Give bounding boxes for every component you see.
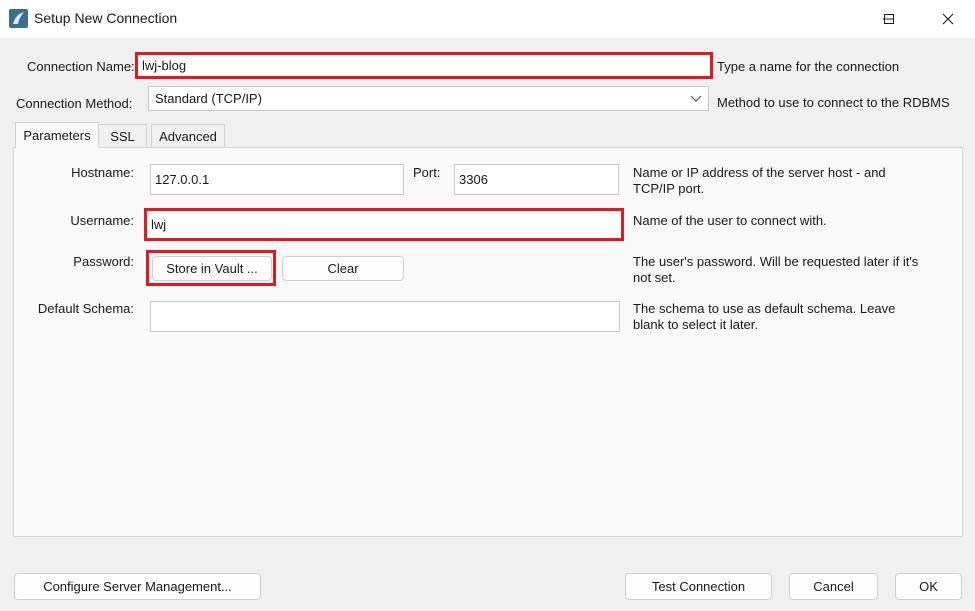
username-label: Username: xyxy=(70,213,134,228)
port-input[interactable]: 3306 xyxy=(454,164,619,195)
connection-name-input[interactable]: lwj-blog xyxy=(135,52,713,79)
default-schema-label: Default Schema: xyxy=(37,301,134,316)
close-icon[interactable] xyxy=(925,0,971,38)
tab-parameters[interactable]: Parameters xyxy=(15,122,99,148)
username-input[interactable]: lwj xyxy=(144,208,624,241)
username-value: lwj xyxy=(151,217,167,232)
default-schema-input[interactable] xyxy=(150,301,620,332)
cancel-button[interactable]: Cancel xyxy=(789,573,878,600)
connection-name-value: lwj-blog xyxy=(142,58,187,73)
password-label: Password: xyxy=(73,254,134,269)
connection-method-hint: Method to use to connect to the RDBMS xyxy=(717,95,950,110)
username-hint: Name of the user to connect with. xyxy=(633,213,827,228)
port-label: Port: xyxy=(413,165,441,180)
tab-advanced[interactable]: Advanced xyxy=(151,124,225,147)
connection-name-hint: Type a name for the connection xyxy=(717,59,900,74)
hostname-hint: Name or IP address of the server host - … xyxy=(633,165,886,196)
parameters-panel xyxy=(13,147,963,537)
maximize-icon[interactable] xyxy=(866,0,912,38)
mysql-workbench-icon xyxy=(9,9,28,28)
configure-server-management-button[interactable]: Configure Server Management... xyxy=(14,573,261,600)
chevron-down-icon xyxy=(690,92,702,107)
ok-button[interactable]: OK xyxy=(895,573,962,600)
test-connection-button[interactable]: Test Connection xyxy=(625,573,772,600)
port-value: 3306 xyxy=(459,172,488,187)
connection-name-label: Connection Name: xyxy=(27,59,135,74)
password-hint: The user's password. Will be requested l… xyxy=(633,254,919,285)
hostname-label: Hostname: xyxy=(71,165,134,180)
connection-method-select[interactable]: Standard (TCP/IP) xyxy=(148,86,709,111)
connection-method-label: Connection Method: xyxy=(16,96,133,111)
clear-password-button[interactable]: Clear xyxy=(282,256,404,281)
hostname-value: 127.0.0.1 xyxy=(155,172,210,187)
store-in-vault-button[interactable]: Store in Vault ... xyxy=(152,256,272,281)
tab-ssl[interactable]: SSL xyxy=(99,124,147,147)
hostname-input[interactable]: 127.0.0.1 xyxy=(150,164,404,195)
default-schema-hint: The schema to use as default schema. Lea… xyxy=(633,301,896,332)
connection-method-value: Standard (TCP/IP) xyxy=(155,91,262,106)
window-title: Setup New Connection xyxy=(34,10,178,26)
